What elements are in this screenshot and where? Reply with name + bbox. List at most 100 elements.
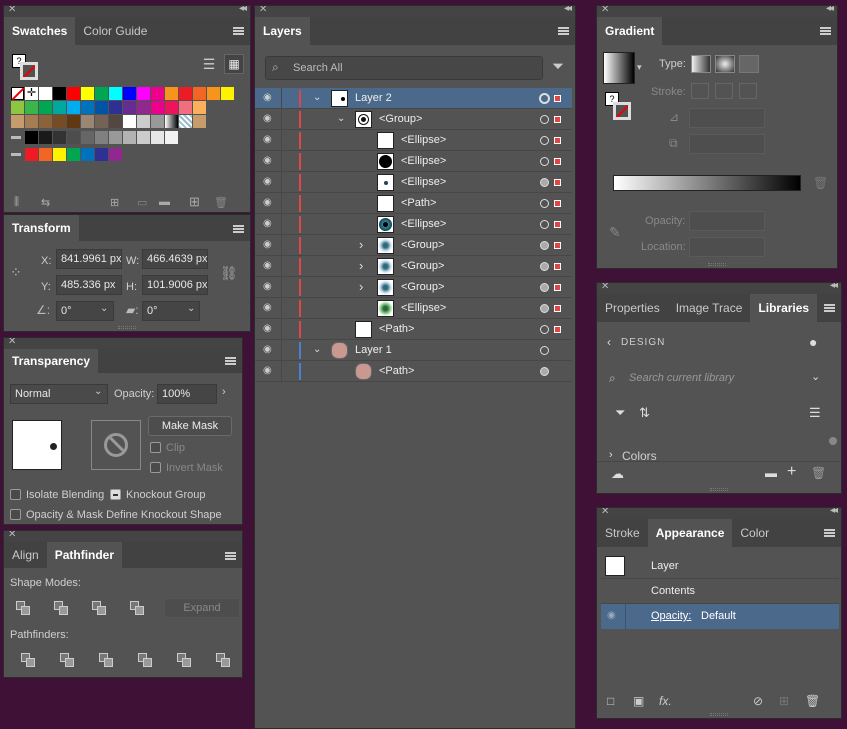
- y-field[interactable]: 485.336 px: [56, 275, 122, 295]
- panel-menu-icon[interactable]: [824, 304, 835, 312]
- library-search-input[interactable]: Search current library: [629, 372, 734, 384]
- color-group-icon[interactable]: ▭: [137, 196, 147, 209]
- fx-icon[interactable]: fx.: [659, 694, 672, 708]
- color-swatch[interactable]: [25, 148, 38, 161]
- chevron-down-icon[interactable]: ⌄: [811, 370, 820, 383]
- visibility-eye-icon[interactable]: ◉: [263, 345, 273, 355]
- chevron-right-icon[interactable]: ›: [359, 279, 363, 294]
- chevron-right-icon[interactable]: ›: [359, 258, 363, 273]
- layer-row[interactable]: ◉ <Ellipse>: [255, 214, 572, 235]
- color-swatch[interactable]: [95, 115, 108, 128]
- color-swatch[interactable]: [137, 131, 150, 144]
- layer-name[interactable]: <Ellipse>: [401, 302, 446, 314]
- layer-name[interactable]: <Ellipse>: [401, 155, 446, 167]
- color-swatch[interactable]: [67, 131, 80, 144]
- layer-row[interactable]: ◉ ⌄ Layer 2: [255, 88, 572, 109]
- h-field[interactable]: 101.9006 px: [142, 275, 208, 295]
- color-swatch[interactable]: [179, 101, 192, 114]
- lock-toggle[interactable]: [281, 235, 282, 256]
- color-swatch[interactable]: [67, 101, 80, 114]
- layer-name[interactable]: Layer 2: [355, 92, 392, 104]
- color-swatch[interactable]: [123, 131, 136, 144]
- tab-libraries[interactable]: Libraries: [750, 294, 818, 322]
- visibility-eye-icon[interactable]: ◉: [263, 219, 273, 229]
- none-swatch[interactable]: [11, 87, 25, 101]
- color-swatch[interactable]: [25, 101, 38, 114]
- tab-color-guide[interactable]: Color Guide: [75, 17, 155, 45]
- visibility-eye-icon[interactable]: ◉: [263, 135, 273, 145]
- layer-name[interactable]: <Group>: [401, 281, 444, 293]
- layer-row[interactable]: ◉ › <Group>: [255, 256, 572, 277]
- back-chevron-icon[interactable]: ‹: [607, 335, 611, 349]
- color-swatch[interactable]: [179, 87, 192, 100]
- tab-transform[interactable]: Transform: [4, 215, 79, 241]
- merge-icon[interactable]: [99, 653, 113, 667]
- lock-toggle[interactable]: [281, 277, 282, 298]
- chevron-down-icon[interactable]: ⌄: [94, 386, 102, 397]
- linear-gradient-icon[interactable]: [691, 55, 711, 73]
- collaborate-icon[interactable]: ●: [809, 334, 817, 350]
- color-swatch[interactable]: [95, 87, 108, 100]
- registration-swatch[interactable]: ✛: [25, 87, 38, 100]
- layer-row[interactable]: ◉ <Ellipse>: [255, 172, 572, 193]
- color-swatch[interactable]: [39, 131, 52, 144]
- color-swatch[interactable]: [109, 87, 122, 100]
- close-icon[interactable]: ✕: [8, 6, 16, 15]
- color-swatch[interactable]: [81, 101, 94, 114]
- eyedropper-icon[interactable]: ✎: [609, 224, 621, 241]
- color-swatch[interactable]: [67, 87, 80, 100]
- selection-indicator[interactable]: [554, 158, 561, 165]
- color-swatch[interactable]: [193, 101, 206, 114]
- layer-row[interactable]: ◉ › <Group>: [255, 235, 572, 256]
- selection-indicator[interactable]: [554, 95, 561, 102]
- gradient-preview[interactable]: [603, 52, 635, 84]
- color-swatch[interactable]: [137, 87, 150, 100]
- target-icon[interactable]: [540, 325, 549, 334]
- pattern-swatch[interactable]: [179, 115, 192, 128]
- lock-toggle[interactable]: [281, 172, 282, 193]
- selection-indicator[interactable]: [554, 305, 561, 312]
- lock-toggle[interactable]: [281, 214, 282, 235]
- clip-checkbox[interactable]: [150, 442, 161, 453]
- tab-properties[interactable]: Properties: [597, 294, 668, 322]
- make-mask-button[interactable]: Make Mask: [148, 416, 232, 436]
- pattern-swatch[interactable]: [193, 115, 206, 128]
- layer-row[interactable]: ◉ <Path>: [255, 361, 572, 382]
- panel-menu-icon[interactable]: [558, 27, 569, 35]
- close-icon[interactable]: ✕: [601, 6, 609, 15]
- target-icon[interactable]: [540, 220, 549, 229]
- visibility-eye-icon[interactable]: ◉: [263, 198, 273, 208]
- target-icon[interactable]: [540, 241, 549, 250]
- panel-menu-icon[interactable]: [225, 552, 236, 560]
- trim-icon[interactable]: [60, 653, 74, 667]
- chevron-down-icon[interactable]: ⌄: [337, 113, 345, 124]
- layer-name[interactable]: <Group>: [401, 260, 444, 272]
- selection-indicator[interactable]: [554, 200, 561, 207]
- layer-name[interactable]: <Ellipse>: [401, 134, 446, 146]
- tab-image-trace[interactable]: Image Trace: [668, 294, 751, 322]
- selection-indicator[interactable]: [554, 137, 561, 144]
- list-view-icon[interactable]: ☰: [809, 405, 821, 421]
- color-swatch[interactable]: [81, 148, 94, 161]
- appearance-opacity-row[interactable]: ◉ Opacity: Default: [601, 604, 839, 629]
- layer-row[interactable]: ◉ <Path>: [255, 193, 572, 214]
- delete-item-icon[interactable]: 🗑: [805, 694, 820, 708]
- collapse-icon[interactable]: ◂◂: [830, 508, 838, 516]
- chevron-down-icon[interactable]: ⌄: [313, 92, 321, 103]
- list-view-icon[interactable]: ☰: [199, 54, 219, 74]
- collapse-icon[interactable]: ◂◂: [564, 6, 572, 14]
- layer-name[interactable]: <Path>: [379, 365, 414, 377]
- layer-row[interactable]: ◉ <Ellipse>: [255, 151, 572, 172]
- eye-icon[interactable]: ◉: [607, 610, 616, 621]
- color-swatch[interactable]: [109, 131, 122, 144]
- lock-toggle[interactable]: [281, 340, 282, 361]
- target-icon[interactable]: [539, 93, 550, 104]
- visibility-eye-icon[interactable]: ◉: [263, 114, 273, 124]
- new-folder-icon[interactable]: ▬: [159, 196, 170, 208]
- color-swatch[interactable]: [25, 131, 38, 144]
- crop-icon[interactable]: [138, 653, 152, 667]
- fill-stroke-widget[interactable]: ?: [605, 92, 633, 122]
- freeform-gradient-icon[interactable]: [739, 55, 759, 73]
- color-swatch[interactable]: [39, 148, 52, 161]
- reference-point-icon[interactable]: ⁘: [10, 262, 30, 282]
